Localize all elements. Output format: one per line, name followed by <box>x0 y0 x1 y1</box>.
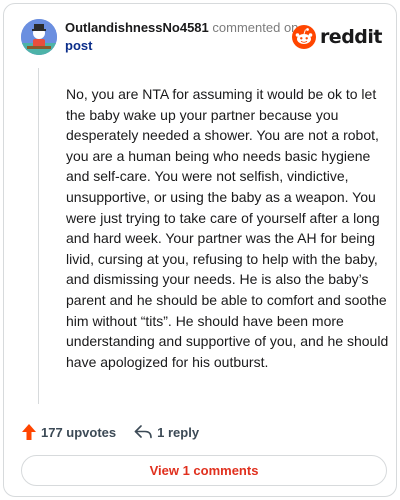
reddit-wordmark: reddit <box>319 26 383 48</box>
view-comments-button[interactable]: View 1 comments <box>21 455 387 486</box>
reddit-alien-icon <box>291 25 316 49</box>
upvote-arrow-icon <box>22 424 36 440</box>
comment-actions: 177 upvotes 1 reply <box>22 422 199 442</box>
avatar[interactable] <box>21 19 57 55</box>
comment-meta: OutlandishnessNo4581 commented on post <box>65 19 310 55</box>
post-link[interactable]: post <box>65 37 310 55</box>
reply-button[interactable]: 1 reply <box>134 425 199 440</box>
comment-body: No, you are NTA for assuming it would be… <box>66 86 389 370</box>
commented-on-text: commented on <box>212 20 299 35</box>
upvote-count: 177 upvotes <box>41 424 117 440</box>
username[interactable]: OutlandishnessNo4581 <box>65 20 209 35</box>
reply-arrow-icon <box>134 425 152 439</box>
reddit-logo: reddit <box>291 24 383 50</box>
upvote-button[interactable]: 177 upvotes <box>22 424 116 440</box>
thread-line <box>38 68 39 404</box>
comment-header: OutlandishnessNo4581 commented on post r… <box>18 16 388 56</box>
comment-card: OutlandishnessNo4581 commented on post r… <box>3 3 397 497</box>
reply-count: 1 reply <box>157 424 200 440</box>
